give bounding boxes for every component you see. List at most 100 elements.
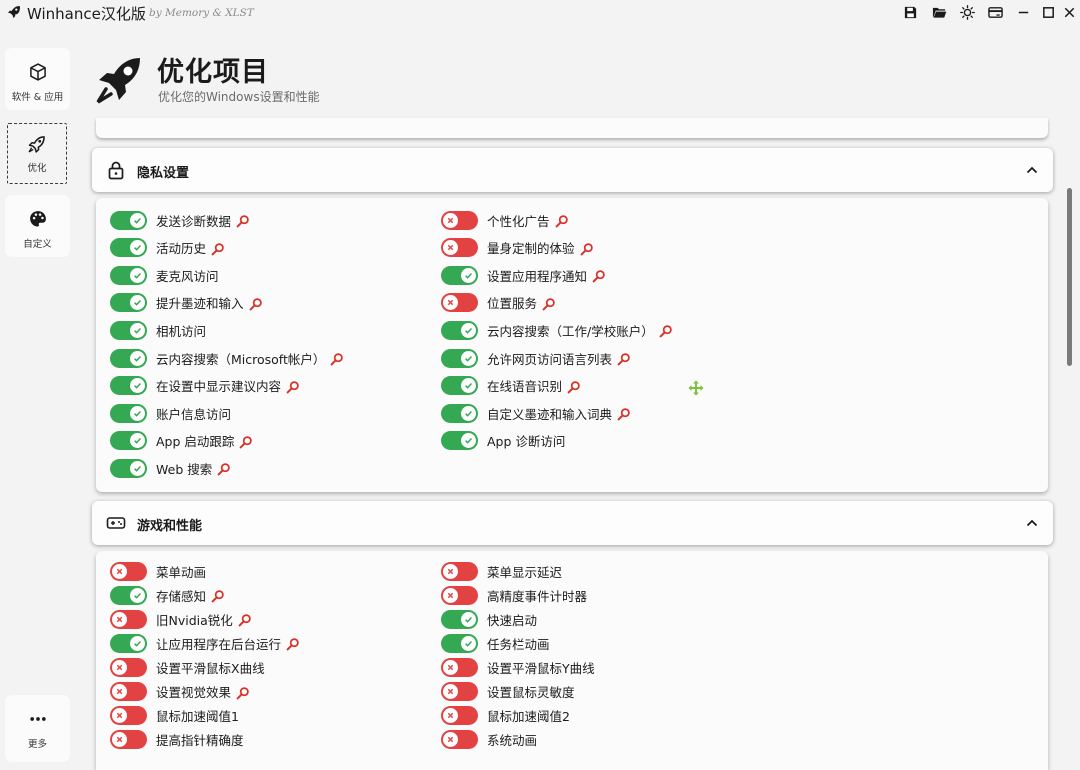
nav-more[interactable]: 更多	[5, 695, 70, 762]
search-info-icon[interactable]	[617, 351, 631, 366]
search-info-icon[interactable]	[238, 612, 252, 627]
check-icon	[130, 267, 145, 283]
setting-toggle[interactable]	[441, 561, 478, 581]
search-info-icon[interactable]	[211, 588, 225, 603]
setting-toggle[interactable]	[110, 682, 147, 701]
close-button[interactable]	[1060, 3, 1078, 21]
setting-toggle[interactable]	[110, 585, 147, 605]
setting-toggle[interactable]	[110, 403, 147, 423]
setting-row: 任务栏动画	[441, 633, 550, 653]
setting-toggle[interactable]	[441, 210, 478, 230]
setting-toggle[interactable]	[110, 730, 147, 750]
setting-label: Web 搜索	[156, 461, 213, 477]
section-title: 隐私设置	[137, 166, 190, 181]
setting-toggle[interactable]	[441, 682, 478, 701]
check-icon	[130, 587, 145, 603]
gaming-section-header[interactable]: 游戏和性能	[92, 501, 1053, 545]
setting-label: 发送诊断数据	[156, 213, 232, 229]
search-info-icon[interactable]	[211, 241, 225, 255]
setting-row: 在设置中显示建议内容	[110, 376, 300, 396]
setting-toggle[interactable]	[441, 431, 478, 451]
setting-label: 位置服务	[487, 296, 538, 312]
setting-toggle[interactable]	[441, 657, 478, 677]
setting-row: 快速启动	[441, 609, 537, 629]
search-info-icon[interactable]	[659, 323, 673, 338]
setting-toggle[interactable]	[441, 730, 478, 750]
search-info-icon[interactable]	[236, 213, 250, 228]
search-info-icon[interactable]	[286, 379, 300, 393]
setting-toggle[interactable]	[441, 320, 478, 340]
save-button[interactable]	[901, 3, 919, 21]
setting-toggle[interactable]	[441, 403, 478, 423]
setting-toggle[interactable]	[110, 320, 147, 340]
cross-icon	[112, 684, 127, 699]
setting-toggle[interactable]	[110, 210, 147, 230]
setting-toggle[interactable]	[110, 293, 147, 313]
setting-row: 系统动画	[441, 730, 537, 750]
setting-row: 活动历史	[110, 238, 225, 258]
chevron-up-icon[interactable]	[1025, 163, 1039, 177]
open-folder-button[interactable]	[930, 3, 948, 21]
search-info-icon[interactable]	[217, 461, 231, 476]
setting-label: 在线语音识别	[487, 379, 563, 395]
check-icon	[130, 295, 145, 311]
theme-toggle-button[interactable]	[958, 3, 976, 21]
setting-row: 设置平滑鼠标Y曲线	[441, 657, 595, 677]
nav-customize[interactable]: 自定义	[5, 195, 70, 257]
setting-toggle[interactable]	[110, 561, 147, 581]
privacy-section-header[interactable]: 隐私设置	[92, 148, 1053, 192]
setting-row: 自定义墨迹和输入词典	[441, 403, 631, 423]
setting-toggle[interactable]	[110, 348, 147, 368]
search-info-icon[interactable]	[567, 379, 581, 393]
setting-toggle[interactable]	[110, 609, 147, 629]
setting-label: 提升墨迹和输入	[156, 296, 244, 312]
maximize-button[interactable]	[1039, 3, 1057, 21]
setting-toggle[interactable]	[110, 238, 147, 258]
setting-toggle[interactable]	[441, 609, 478, 629]
setting-label: 云内容搜索（工作/学校账户）	[487, 323, 654, 339]
nav-software-apps[interactable]: 软件 & 应用	[5, 48, 70, 110]
setting-label: 任务栏动画	[487, 636, 550, 652]
setting-toggle[interactable]	[441, 376, 478, 396]
card-icon	[987, 6, 1003, 18]
setting-toggle[interactable]	[110, 633, 147, 653]
check-icon	[461, 350, 476, 366]
search-info-icon[interactable]	[286, 636, 300, 651]
search-info-icon[interactable]	[617, 406, 631, 421]
scrollbar-thumb[interactable]	[1067, 188, 1072, 366]
setting-row: 菜单显示延迟	[441, 561, 562, 581]
setting-row: 高精度事件计时器	[441, 585, 587, 605]
setting-toggle[interactable]	[441, 585, 478, 605]
cross-icon	[112, 563, 127, 579]
search-info-icon[interactable]	[555, 213, 569, 228]
setting-toggle[interactable]	[441, 706, 478, 726]
search-info-icon[interactable]	[249, 296, 263, 311]
setting-row: 云内容搜索（工作/学校账户）	[441, 320, 673, 340]
search-info-icon[interactable]	[592, 268, 606, 283]
setting-label: 存储感知	[156, 588, 207, 604]
setting-toggle[interactable]	[110, 265, 147, 285]
search-info-icon[interactable]	[580, 241, 594, 255]
search-info-icon[interactable]	[239, 434, 253, 449]
minimize-button[interactable]	[1014, 3, 1032, 21]
search-info-icon[interactable]	[542, 296, 556, 311]
donate-button[interactable]	[986, 3, 1004, 21]
setting-toggle[interactable]	[441, 293, 478, 313]
rocket-icon	[8, 6, 20, 18]
setting-toggle[interactable]	[441, 265, 478, 285]
setting-toggle[interactable]	[110, 657, 147, 677]
nav-label: 自定义	[23, 239, 52, 250]
setting-toggle[interactable]	[110, 706, 147, 726]
search-info-icon[interactable]	[236, 685, 250, 699]
setting-label: 设置应用程序通知	[487, 268, 588, 284]
chevron-up-icon[interactable]	[1025, 516, 1039, 530]
search-info-icon[interactable]	[330, 351, 344, 366]
setting-toggle[interactable]	[110, 376, 147, 396]
setting-label: 个性化广告	[487, 213, 550, 229]
setting-toggle[interactable]	[441, 348, 478, 368]
setting-toggle[interactable]	[441, 238, 478, 258]
setting-toggle[interactable]	[110, 431, 147, 451]
nav-optimize[interactable]: 优化	[7, 123, 67, 184]
setting-toggle[interactable]	[441, 633, 478, 653]
setting-toggle[interactable]	[110, 458, 147, 478]
